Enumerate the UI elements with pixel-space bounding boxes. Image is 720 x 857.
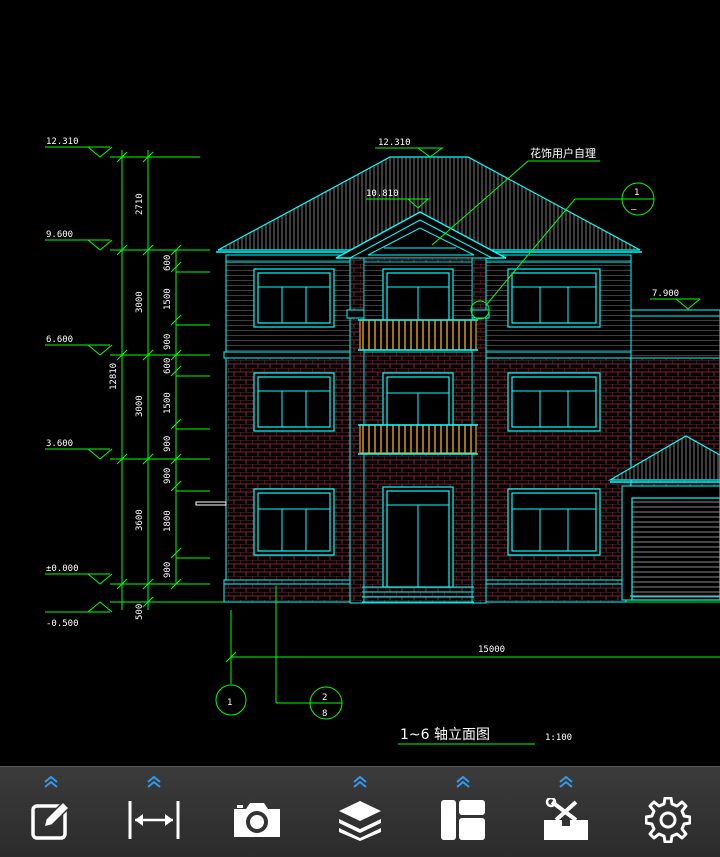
bottom-toolbar	[0, 766, 720, 857]
chevron-up-icon	[456, 776, 470, 788]
dim-3000b: 3000	[135, 395, 145, 417]
dim-a900: 900	[163, 334, 173, 350]
cad-drawing-canvas[interactable]: 12.310 9.600 6.600 3.600 ±0.000 -0.500 1…	[0, 0, 720, 766]
elev-3600: 3.600	[46, 439, 73, 449]
chevron-up-icon	[559, 776, 573, 788]
camera-tool-button[interactable]	[222, 770, 292, 854]
settings-icon	[645, 797, 692, 843]
axis-1-label: 1	[227, 698, 232, 708]
elev-roof-top: 12.310	[378, 138, 411, 148]
dim-c1800: 1800	[163, 510, 173, 532]
chevron-up-icon	[44, 776, 59, 788]
building-elevation	[195, 156, 720, 604]
drawing-title: 1~6 轴立面图	[400, 727, 490, 743]
dim-a1500: 1500	[163, 288, 173, 310]
settings-tool-button[interactable]	[633, 770, 703, 854]
edit-tool-button[interactable]	[16, 770, 86, 854]
bottom-dim-15000: 15000	[478, 645, 505, 655]
layers-icon	[338, 801, 381, 841]
elev-garage: 7.900	[652, 289, 679, 299]
dim-b900: 900	[163, 436, 173, 452]
drawing-scale: 1:100	[545, 733, 572, 743]
toolbox-tool-button[interactable]	[531, 770, 601, 854]
detail-mark-top: 1	[634, 188, 639, 198]
dim-b1500: 1500	[163, 392, 173, 414]
dim-a600: 600	[163, 255, 173, 271]
dim-c900: 900	[163, 468, 173, 484]
note-text: 花饰用户自理	[530, 146, 596, 160]
axis-28-bottom: 8	[322, 709, 327, 719]
dim-500: 500	[135, 604, 145, 620]
axis-lines	[215, 586, 720, 745]
dim-2710: 2710	[135, 193, 145, 215]
axis-28-top: 2	[322, 693, 327, 703]
elev-12310: 12.310	[46, 137, 79, 147]
toolbox-icon	[543, 798, 588, 840]
dim-3000a: 3000	[135, 291, 145, 313]
elev-neg0500: -0.500	[46, 619, 79, 629]
chevron-up-icon	[147, 776, 161, 788]
dim-total: 12810	[109, 363, 119, 390]
dim-b600: 600	[163, 358, 173, 374]
vertical-dimension-lines	[116, 150, 210, 610]
measure-icon	[128, 801, 180, 839]
dim-3600: 3600	[135, 509, 145, 531]
edit-icon	[31, 800, 71, 840]
dim-c900b: 900	[163, 562, 173, 578]
elev-6600: 6.600	[46, 335, 73, 345]
elev-gable: 10.810	[366, 189, 399, 199]
elev-0000: ±0.000	[46, 564, 79, 574]
measure-tool-button[interactable]	[119, 770, 189, 854]
elev-9600: 9.600	[46, 230, 73, 240]
chevron-up-icon	[353, 776, 367, 788]
layers-tool-button[interactable]	[325, 770, 395, 854]
camera-icon	[234, 803, 281, 837]
layout-tool-button[interactable]	[428, 770, 498, 854]
detail-mark-bottom: —	[631, 205, 637, 215]
layout-icon	[440, 800, 485, 840]
